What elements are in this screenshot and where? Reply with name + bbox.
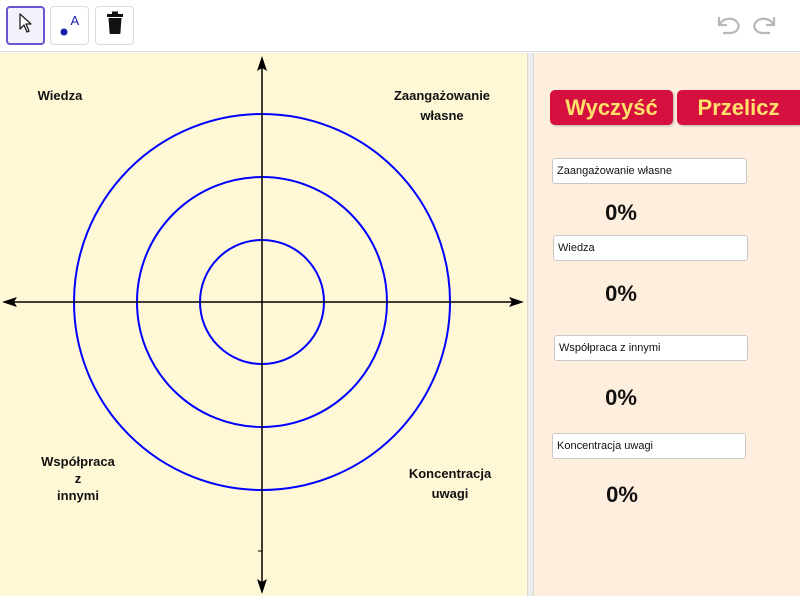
undo-button[interactable] [712, 10, 744, 42]
diagram-canvas [2, 56, 524, 594]
graphics-view[interactable]: Wiedza Zaangażowanie własne Współpraca z… [0, 53, 527, 596]
point-icon: A [57, 13, 83, 39]
input-wspolpraca[interactable]: Współpraca z innymi [554, 335, 748, 361]
label-zaangazowanie: Zaangażowanie własne [372, 86, 512, 126]
label-line: Koncentracja [408, 466, 492, 481]
percent-zaangazowanie: 0% [605, 200, 637, 225]
label-line: własne [420, 108, 464, 123]
label-wspolpraca: Współpraca z innymi [28, 453, 128, 504]
label-koncentracja: Koncentracja uwagi [390, 464, 510, 504]
trash-icon [105, 11, 125, 40]
input-zaangazowanie[interactable]: Zaangażowanie własne [552, 158, 747, 184]
undo-icon [713, 12, 743, 41]
input-panel: Wyczyść Przelicz Zaangażowanie własne 0%… [534, 53, 800, 596]
label-line: Zaangażowanie [393, 88, 491, 103]
label-line: innymi [57, 488, 99, 503]
clear-button[interactable]: Wyczyść [550, 90, 673, 125]
label-line: z [74, 471, 82, 486]
point-label-glyph: A [70, 12, 80, 28]
delete-tool-button[interactable] [95, 6, 134, 45]
move-tool-button[interactable] [6, 6, 45, 45]
input-koncentracja[interactable]: Koncentracja uwagi [552, 433, 746, 459]
label-line: Współpraca [41, 454, 115, 469]
label-line: uwagi [431, 486, 469, 501]
toolbar: A [0, 0, 800, 52]
percent-wspolpraca: 0% [605, 385, 637, 410]
cursor-arrow-icon [18, 13, 34, 38]
geogebra-app: A Wiedza Zaangażowanie własne Współpraca… [0, 0, 800, 596]
recalculate-button[interactable]: Przelicz [677, 90, 800, 125]
percent-wiedza: 0% [605, 281, 637, 306]
view-splitter[interactable] [527, 53, 534, 596]
input-wiedza[interactable]: Wiedza [553, 235, 748, 261]
label-wiedza: Wiedza [37, 88, 83, 103]
redo-icon [750, 12, 780, 41]
percent-koncentracja: 0% [606, 482, 638, 507]
redo-button[interactable] [749, 10, 781, 42]
point-tool-button[interactable]: A [50, 6, 89, 45]
